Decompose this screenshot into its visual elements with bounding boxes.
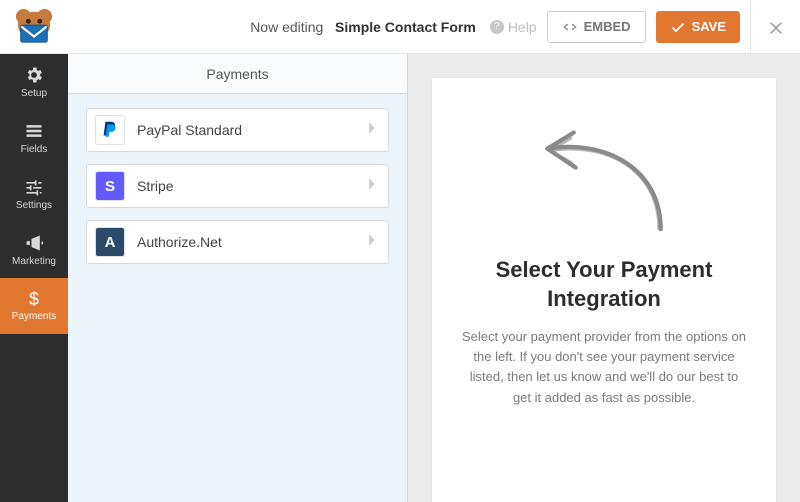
help-label: Help [508, 19, 537, 35]
hero-card: Select Your Payment Integration Select y… [432, 78, 776, 502]
form-title: Simple Contact Form [335, 19, 476, 35]
panel-column: Payments PayPal Standard S Stripe A [68, 54, 408, 502]
nav-label: Settings [16, 200, 52, 211]
stripe-icon: S [95, 171, 125, 201]
chevron-right-icon [368, 177, 376, 195]
nav-item-fields[interactable]: Fields [0, 110, 68, 166]
provider-item-authorize[interactable]: A Authorize.Net [86, 220, 389, 264]
megaphone-icon [24, 233, 44, 253]
close-button[interactable] [750, 0, 800, 54]
editing-prefix: Now editing [250, 19, 323, 35]
top-center: Now editing Simple Contact Form ? Help E… [68, 11, 750, 43]
nav-item-payments[interactable]: $ Payments [0, 278, 68, 334]
chevron-right-icon [368, 233, 376, 251]
provider-list: PayPal Standard S Stripe A Authorize.Net [68, 94, 407, 278]
right-panel: Select Your Payment Integration Select y… [408, 54, 800, 502]
close-icon [767, 18, 785, 36]
authorize-icon: A [95, 227, 125, 257]
hero-body: Select your payment provider from the op… [460, 327, 748, 408]
nav-item-marketing[interactable]: Marketing [0, 222, 68, 278]
save-button[interactable]: SAVE [656, 11, 740, 43]
provider-label: Stripe [137, 178, 356, 194]
main-area: Setup Fields Settings Marketing $ Paymen… [0, 54, 800, 502]
curved-arrow-icon [519, 112, 689, 242]
nav-item-setup[interactable]: Setup [0, 54, 68, 110]
hero-illustration [519, 112, 689, 242]
embed-button[interactable]: EMBED [547, 11, 646, 43]
help-link[interactable]: ? Help [490, 19, 537, 35]
list-icon [24, 121, 44, 141]
provider-item-paypal[interactable]: PayPal Standard [86, 108, 389, 152]
help-icon: ? [490, 20, 504, 34]
panel-title: Payments [68, 54, 407, 94]
check-icon [670, 19, 686, 35]
embed-icon [562, 19, 578, 35]
sliders-icon [24, 177, 44, 197]
left-nav: Setup Fields Settings Marketing $ Paymen… [0, 54, 68, 502]
nav-label: Setup [21, 88, 47, 99]
embed-label: EMBED [584, 19, 631, 34]
chevron-right-icon [368, 121, 376, 139]
nav-label: Payments [12, 311, 56, 322]
provider-label: PayPal Standard [137, 122, 356, 138]
app-logo [0, 0, 68, 54]
nav-item-settings[interactable]: Settings [0, 166, 68, 222]
paypal-icon [95, 115, 125, 145]
dollar-icon: $ [29, 290, 39, 308]
provider-label: Authorize.Net [137, 234, 356, 250]
nav-label: Marketing [12, 256, 56, 267]
save-label: SAVE [692, 19, 726, 34]
now-editing-label: Now editing Simple Contact Form [250, 19, 476, 35]
top-bar: Now editing Simple Contact Form ? Help E… [0, 0, 800, 54]
nav-label: Fields [21, 144, 48, 155]
hero-title: Select Your Payment Integration [460, 256, 748, 313]
gear-icon [24, 65, 44, 85]
provider-item-stripe[interactable]: S Stripe [86, 164, 389, 208]
